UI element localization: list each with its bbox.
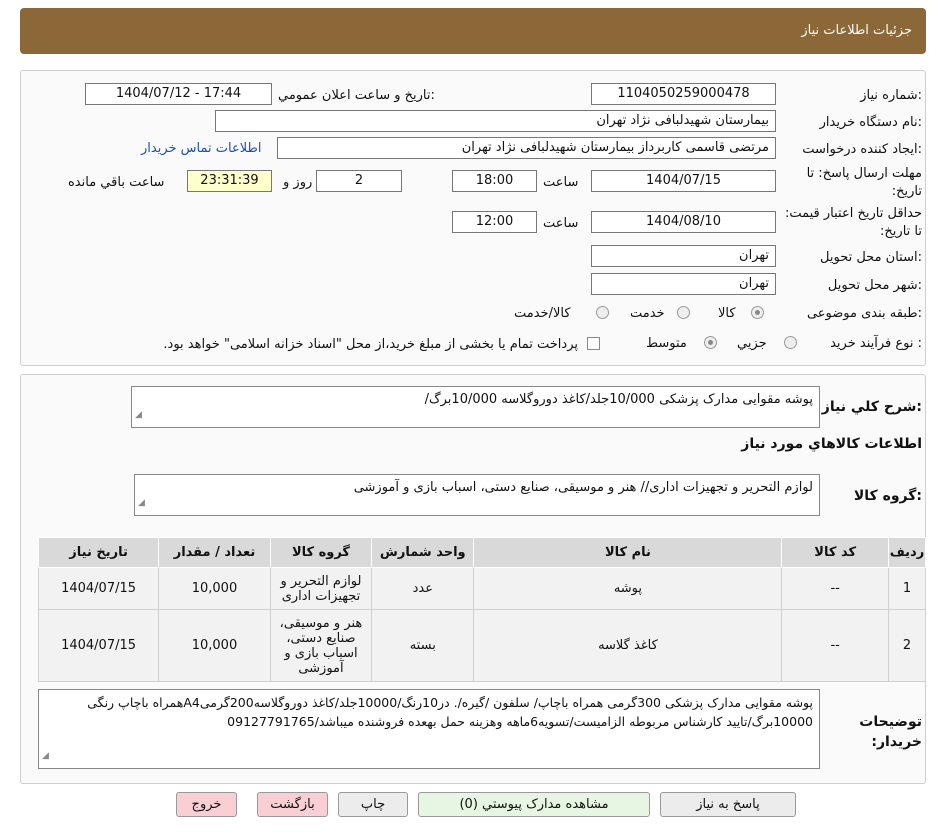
col-header-item-name: نام کالا — [473, 537, 783, 568]
category-radio-both[interactable] — [596, 306, 609, 319]
category-option-both: کالا/خدمت — [514, 306, 571, 321]
days-label: روز و — [283, 175, 313, 190]
cell-item-name: پوشه — [473, 567, 783, 610]
exit-button[interactable]: خروج — [176, 792, 237, 817]
buyer-notes-textarea[interactable]: پوشه مقوایی مدارک پزشکی 300گرمی همراه با… — [38, 689, 820, 769]
cell-group: لوازم التحریر و تجهیزات اداری — [269, 567, 373, 610]
creator-field[interactable]: مرتضی قاسمی کاربرداز بیمارستان شهیدلبافی… — [277, 137, 776, 159]
items-table-wrapper: رديف کد کالا نام کالا واحد شمارش گروه کا… — [37, 537, 927, 682]
cell-item-name: کاغذ گلاسه — [473, 609, 783, 682]
city-field[interactable]: تهران — [591, 273, 776, 295]
process-option-minor: جزیي — [737, 336, 767, 351]
process-radio-minor[interactable] — [784, 336, 797, 349]
summary-textarea[interactable]: پوشه مقوایی مدارک پزشکی 10/000جلد/کاغذ د… — [131, 386, 820, 428]
resize-grip-icon[interactable]: ◢ — [135, 406, 142, 425]
buyer-org-label: نام دستگاه خریدار: — [819, 115, 922, 130]
col-header-group: گروه کالا — [269, 537, 373, 568]
deadline-time-field[interactable]: 18:00 — [452, 170, 537, 192]
category-option-service: خدمت — [630, 306, 665, 321]
cell-quantity: 10,000 — [158, 567, 271, 610]
cell-quantity: 10,000 — [158, 609, 271, 682]
deadline-date-field[interactable]: 1404/07/15 — [591, 170, 776, 192]
announce-label: تاریخ و ساعت اعلان عمومي: — [278, 88, 435, 103]
print-button[interactable]: چاپ — [338, 792, 408, 817]
category-option-goods: کالا — [718, 306, 736, 321]
goods-group-text: لوازم التحریر و تجهیزات اداری// هنر و مو… — [353, 480, 813, 495]
buyer-notes-label: توضيحات خريدار: — [859, 714, 922, 750]
resize-grip-icon[interactable]: ◢ — [42, 747, 49, 766]
announce-datetime-field[interactable]: 1404/07/12 - 17:44 — [85, 83, 272, 105]
cell-group: هنر و موسیقی، صنایع دستی، اسباب بازی و آ… — [269, 609, 373, 682]
deadline-time-label: ساعت — [543, 175, 579, 190]
col-header-need-date: تاریخ نیاز — [37, 537, 160, 568]
page-title: جزئیات اطلاعات نیاز — [801, 23, 912, 38]
remaining-timer: 23:31:39 — [187, 170, 272, 192]
goods-group-label: گروه کالا: — [853, 488, 922, 504]
goods-group-textarea[interactable]: لوازم التحریر و تجهیزات اداری// هنر و مو… — [134, 474, 820, 516]
remaining-days-field[interactable]: 2 — [316, 170, 402, 192]
cell-row-number: 1 — [887, 567, 927, 610]
category-radio-service[interactable] — [677, 306, 690, 319]
treasury-checkbox[interactable] — [587, 337, 600, 350]
remaining-label: ساعت باقي مانده — [68, 175, 165, 190]
validity-time-field[interactable]: 12:00 — [452, 211, 537, 233]
resize-grip-icon[interactable]: ◢ — [138, 494, 145, 513]
page-header: جزئیات اطلاعات نیاز — [20, 8, 926, 54]
validity-label: حداقل تاریخ اعتبار قیمت: تا تاریخ: — [784, 206, 922, 239]
buyer-notes-text: پوشه مقوایی مدارک پزشکی 300گرمی همراه با… — [87, 695, 813, 729]
back-button[interactable]: بازگشت — [257, 792, 328, 817]
col-header-row-number: رديف — [887, 537, 927, 568]
buyer-org-field[interactable]: بیمارستان شهیدلبافی نژاد تهران — [215, 110, 776, 132]
goods-section-title: اطلاعات کالاهاي مورد نياز — [741, 436, 922, 452]
view-attachments-button[interactable]: مشاهده مدارک پیوستي (0) — [418, 792, 650, 817]
creator-label: ایجاد کننده درخواست: — [802, 142, 922, 157]
table-row: 1 -- پوشه عدد لوازم التحریر و تجهیزات اد… — [37, 567, 927, 610]
validity-date-field[interactable]: 1404/08/10 — [591, 211, 776, 233]
col-header-unit: واحد شمارش — [371, 537, 475, 568]
cell-unit: عدد — [371, 567, 475, 610]
process-radio-medium[interactable] — [704, 336, 717, 349]
col-header-item-code: کد کالا — [781, 537, 889, 568]
validity-time-label: ساعت — [543, 216, 579, 231]
cell-unit: بسته — [371, 609, 475, 682]
table-row: 2 -- کاغذ گلاسه بسته هنر و موسیقی، صنایع… — [37, 609, 927, 682]
treasury-note: پرداخت تمام یا بخشی از مبلغ خرید،از محل … — [163, 337, 578, 352]
cell-need-date: 1404/07/15 — [37, 567, 160, 610]
need-number-label: شماره نیاز: — [860, 88, 922, 103]
table-header-row: رديف کد کالا نام کالا واحد شمارش گروه کا… — [37, 537, 927, 568]
category-label: طبقه بندی موضوعی: — [806, 306, 922, 321]
cell-item-code: -- — [781, 609, 889, 682]
items-table: رديف کد کالا نام کالا واحد شمارش گروه کا… — [37, 537, 927, 682]
province-label: استان محل تحویل: — [820, 250, 922, 265]
process-option-medium: متوسط — [646, 336, 687, 351]
province-field[interactable]: تهران — [591, 245, 776, 267]
col-header-quantity: تعداد / مقدار — [158, 537, 271, 568]
cell-row-number: 2 — [887, 609, 927, 682]
category-radio-goods[interactable] — [751, 306, 764, 319]
summary-label: شرح کلي نياز: — [821, 399, 922, 415]
summary-text: پوشه مقوایی مدارک پزشکی 10/000جلد/کاغذ د… — [424, 392, 813, 407]
process-label: نوع فرآیند خرید : — [830, 336, 922, 351]
cell-need-date: 1404/07/15 — [37, 609, 160, 682]
city-label: شهر محل تحویل: — [827, 278, 922, 293]
buyer-contact-link[interactable]: اطلاعات تماس خریدار — [141, 141, 261, 156]
need-number-field[interactable]: 1104050259000478 — [591, 83, 776, 105]
deadline-label: مهلت ارسال پاسخ: تا تاریخ: — [806, 166, 922, 199]
reply-button[interactable]: پاسخ به نیاز — [660, 792, 796, 817]
cell-item-code: -- — [781, 567, 889, 610]
